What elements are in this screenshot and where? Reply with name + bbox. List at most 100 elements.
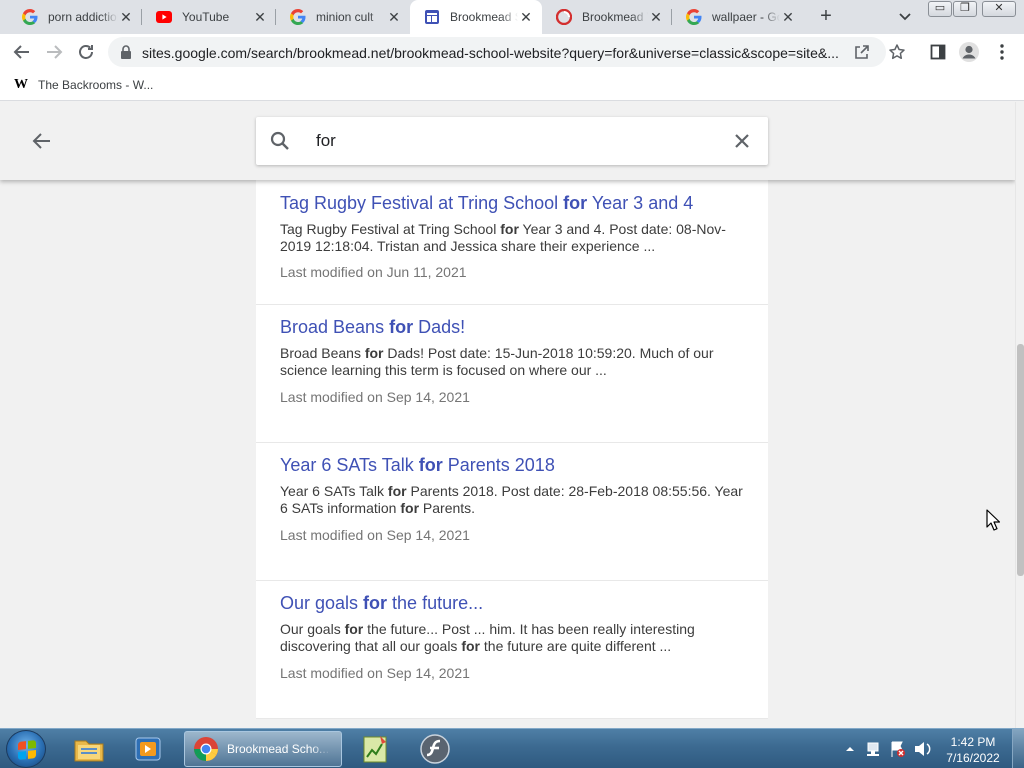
show-hidden-icons-icon [846, 747, 854, 751]
bookmarks-bar: W The Backrooms - W... [0, 70, 1024, 101]
brookmead-icon [556, 9, 572, 25]
notepad-chart-icon[interactable] [358, 733, 392, 765]
result-title-link[interactable]: Broad Beans for Dads! [280, 317, 465, 338]
system-tray [840, 729, 936, 768]
taskbar-window-label: Brookmead Scho... [227, 742, 330, 756]
wikipedia-icon: W [14, 77, 28, 92]
volume-icon [915, 742, 931, 756]
side-panel-button[interactable] [926, 40, 950, 64]
tab-title: porn addiction [48, 10, 118, 24]
tab-title: minion cult [316, 10, 374, 24]
media-player-icon[interactable] [131, 733, 165, 765]
site-search-box [256, 117, 768, 165]
restore-button[interactable]: ❐ [953, 1, 977, 17]
windows-taskbar: Brookmead Scho... 1:42 PM 7/16/2022 [0, 728, 1024, 768]
tab-brookmead-village[interactable]: Brookmead Village ✕ [542, 0, 672, 34]
system-clock[interactable]: 1:42 PM 7/16/2022 [938, 734, 1008, 766]
text-segment: Tag Rugby Festival at Tring School [280, 193, 564, 213]
tab-porn-addiction[interactable]: porn addiction ✕ [8, 0, 142, 34]
tab-close-icon[interactable]: ✕ [648, 9, 664, 25]
result-last-modified: Last modified on Jun 11, 2021 [280, 264, 467, 280]
share-icon[interactable] [854, 44, 870, 65]
lock-icon[interactable] [120, 45, 132, 64]
youtube-icon [156, 9, 172, 25]
tab-close-icon[interactable]: ✕ [252, 9, 268, 25]
search-back-button[interactable] [30, 129, 54, 153]
highlighted-term: for [418, 455, 443, 475]
taskbar-chrome-window[interactable]: Brookmead Scho... [184, 731, 342, 767]
tab-strip: porn addiction ✕ YouTube ✕ minion cult ✕… [0, 0, 1024, 34]
page-content: Tag Rugby Festival at Tring School for Y… [0, 102, 1015, 728]
address-bar[interactable]: sites.google.com/search/brookmead.net/br… [108, 37, 905, 67]
tab-close-icon[interactable]: ✕ [118, 9, 134, 25]
back-button[interactable] [10, 40, 34, 64]
text-segment: Broad Beans [280, 345, 365, 361]
highlighted-term: for [387, 483, 407, 499]
mouse-pointer-icon [986, 509, 1001, 536]
search-result: Tag Rugby Festival at Tring School for Y… [256, 180, 768, 305]
action-center-flag-icon [891, 741, 905, 757]
bookmark-the-backrooms[interactable]: W The Backrooms - W... [14, 77, 153, 93]
reload-icon [79, 45, 93, 59]
side-panel-icon [930, 44, 946, 60]
highlighted-term: for [363, 593, 388, 613]
kebab-menu-icon [1000, 44, 1004, 60]
file-explorer-icon[interactable] [72, 733, 106, 765]
google-sites-icon [424, 9, 440, 25]
clear-search-close-icon[interactable] [732, 131, 752, 156]
tab-close-icon[interactable]: ✕ [386, 9, 402, 25]
highlighted-term: for [563, 193, 588, 213]
text-segment: the future... [387, 593, 484, 613]
bookmark-star-icon[interactable] [888, 43, 906, 66]
tab-minion-cult[interactable]: minion cult ✕ [276, 0, 410, 34]
new-tab-button[interactable]: + [814, 5, 838, 29]
search-icon[interactable] [270, 131, 290, 156]
close-window-button[interactable]: ✕ [982, 1, 1016, 17]
clock-time: 1:42 PM [950, 735, 996, 749]
clock-date: 7/16/2022 [946, 751, 1000, 765]
text-segment: the future are quite different ... [480, 638, 672, 654]
result-title-link[interactable]: Year 6 SATs Talk for Parents 2018 [280, 455, 555, 476]
tab-wallpaer[interactable]: wallpaer - Google ✕ [672, 0, 804, 34]
search-input[interactable] [316, 129, 706, 153]
search-result: Broad Beans for Dads! Broad Beans for Da… [256, 305, 768, 443]
forward-button[interactable] [42, 40, 66, 64]
tab-youtube[interactable]: YouTube ✕ [142, 0, 276, 34]
page-scrollbar[interactable] [1015, 102, 1024, 728]
highlighted-term: for [400, 500, 420, 516]
minimize-button[interactable]: ▭ [928, 1, 952, 17]
url-text[interactable]: sites.google.com/search/brookmead.net/br… [142, 45, 852, 61]
result-last-modified: Last modified on Sep 14, 2021 [280, 665, 470, 681]
arrow-left-icon [32, 133, 50, 149]
flash-player-icon[interactable] [418, 733, 452, 765]
reload-button[interactable] [74, 40, 98, 64]
tab-search-chevron-down-icon[interactable] [896, 7, 914, 25]
tab-close-icon[interactable]: ✕ [518, 9, 534, 25]
result-snippet: Year 6 SATs Talk for Parents 2018. Post … [280, 483, 744, 517]
text-segment: Year 3 and 4 [587, 193, 694, 213]
result-snippet: Tag Rugby Festival at Tring School for Y… [280, 221, 744, 255]
result-snippet: Our goals for the future... Post ... him… [280, 621, 744, 655]
scrollbar-thumb[interactable] [1017, 344, 1024, 576]
show-desktop-button[interactable] [1012, 729, 1024, 768]
start-button[interactable] [6, 730, 46, 768]
search-results-list: Tag Rugby Festival at Tring School for Y… [256, 180, 768, 728]
arrow-right-icon [47, 45, 63, 59]
text-segment: Dads! [413, 317, 466, 337]
bookmark-label: The Backrooms - W... [38, 78, 154, 92]
browser-toolbar: sites.google.com/search/brookmead.net/br… [0, 34, 1024, 70]
chrome-icon [194, 737, 218, 761]
tab-brookmead-school[interactable]: Brookmead School ✕ [410, 0, 542, 34]
profile-button[interactable] [957, 40, 981, 64]
arrow-left-icon [13, 45, 29, 59]
tab-title: Brookmead School [450, 10, 518, 24]
search-result: Year 6 SATs Talk for Parents 2018 Year 6… [256, 443, 768, 581]
menu-button[interactable] [990, 40, 1014, 64]
result-title-link[interactable]: Tag Rugby Festival at Tring School for Y… [280, 193, 693, 214]
highlighted-term: for [500, 221, 519, 237]
search-header [0, 102, 1015, 180]
search-result: Our goals for the future... Our goals fo… [256, 581, 768, 719]
result-title-link[interactable]: Our goals for the future... [280, 593, 483, 614]
result-last-modified: Last modified on Sep 14, 2021 [280, 389, 470, 405]
tab-close-icon[interactable]: ✕ [780, 9, 796, 25]
